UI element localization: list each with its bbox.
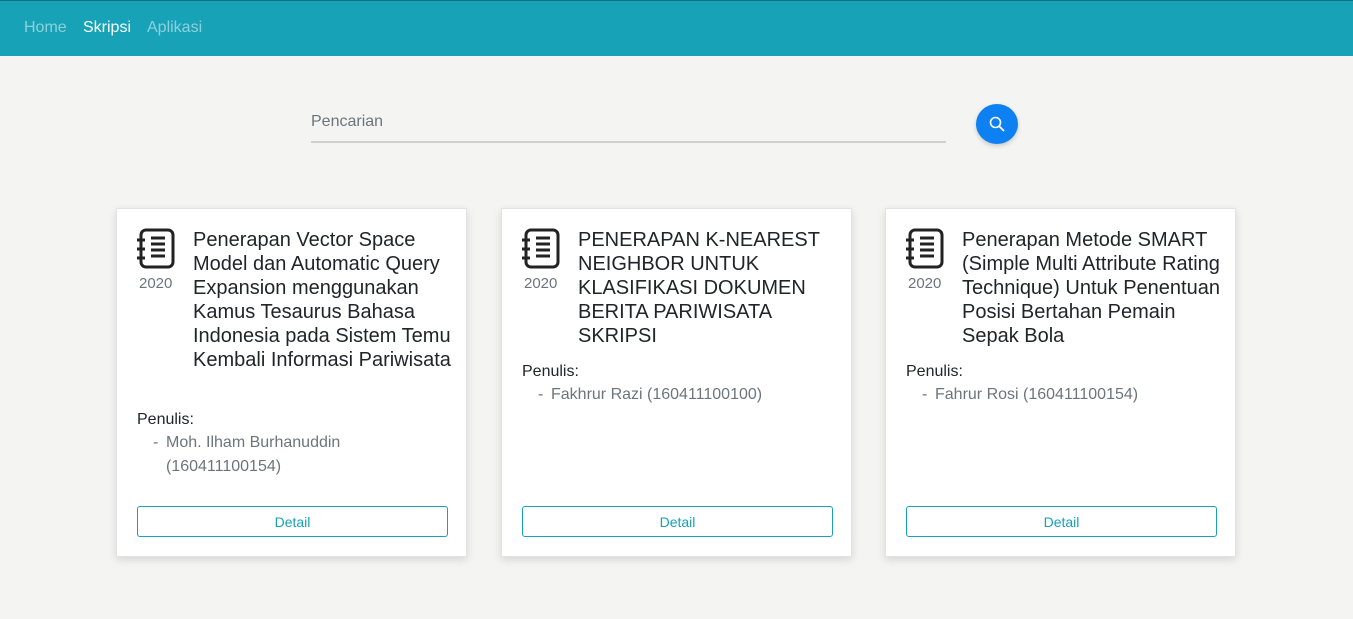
authors-label: Penulis: bbox=[522, 363, 579, 380]
nav-link-home[interactable]: Home bbox=[24, 18, 67, 38]
card-title: PENERAPAN K-NEAREST NEIGHBOR UNTUK KLASI… bbox=[578, 229, 820, 347]
author-item: - Fahrur Rosi (160411100154) bbox=[922, 383, 1182, 407]
detail-button[interactable]: Detail bbox=[137, 506, 448, 537]
thesis-card: 2020 Penerapan Vector Space Model dan Au… bbox=[116, 208, 467, 557]
dash-bullet: - bbox=[538, 386, 544, 403]
author-list: - Fahrur Rosi (160411100154) bbox=[922, 383, 1182, 407]
authors-label: Penulis: bbox=[137, 411, 194, 428]
authors-label: Penulis: bbox=[906, 363, 963, 380]
dash-bullet: - bbox=[153, 434, 159, 451]
search-input[interactable] bbox=[311, 105, 946, 139]
nav-link-aplikasi[interactable]: Aplikasi bbox=[147, 18, 202, 38]
card-title: Penerapan Vector Space Model dan Automat… bbox=[193, 229, 451, 371]
notebook-icon bbox=[137, 228, 175, 269]
dash-bullet: - bbox=[922, 386, 928, 403]
notebook-icon bbox=[522, 228, 560, 269]
author-list: - Fakhrur Razi (160411100100) bbox=[538, 383, 798, 407]
author-item: - Fakhrur Razi (160411100100) bbox=[538, 383, 798, 407]
author-item: - Moh. Ilham Burhanuddin (160411100154) bbox=[153, 431, 363, 479]
notebook-icon bbox=[906, 228, 944, 269]
nav-link-skripsi[interactable]: Skripsi bbox=[83, 18, 131, 38]
search-field bbox=[311, 105, 946, 143]
thesis-card: 2020 PENERAPAN K-NEAREST NEIGHBOR UNTUK … bbox=[501, 208, 852, 557]
author-name: Fahrur Rosi (160411100154) bbox=[935, 386, 1139, 403]
card-year: 2020 bbox=[524, 275, 558, 292]
detail-button[interactable]: Detail bbox=[906, 506, 1217, 537]
top-navbar: Home Skripsi Aplikasi bbox=[0, 0, 1353, 56]
search-icon bbox=[989, 116, 1005, 132]
card-title: Penerapan Metode SMART (Simple Multi Att… bbox=[962, 229, 1220, 347]
thesis-card: 2020 Penerapan Metode SMART (Simple Mult… bbox=[885, 208, 1236, 557]
card-year: 2020 bbox=[908, 275, 942, 292]
author-name: Moh. Ilham Burhanuddin (160411100154) bbox=[166, 434, 341, 475]
author-name: Fakhrur Razi (160411100100) bbox=[551, 386, 763, 403]
author-list: - Moh. Ilham Burhanuddin (160411100154) bbox=[153, 431, 363, 479]
card-year: 2020 bbox=[139, 275, 173, 292]
search-button[interactable] bbox=[976, 104, 1018, 144]
detail-button[interactable]: Detail bbox=[522, 506, 833, 537]
